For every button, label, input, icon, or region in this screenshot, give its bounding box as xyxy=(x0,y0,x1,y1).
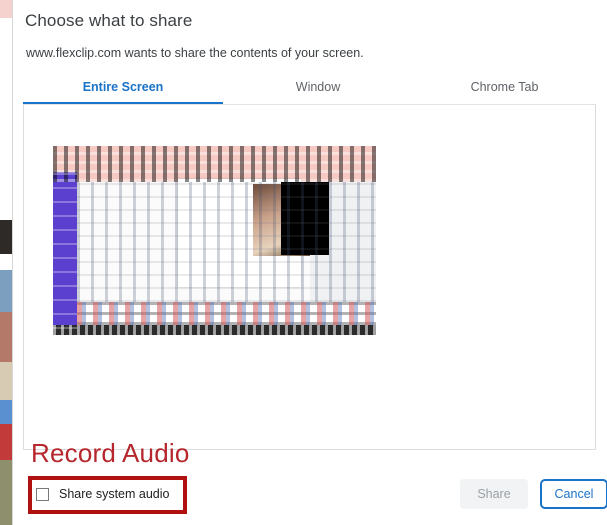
tab-chrome-tab-label: Chrome Tab xyxy=(470,80,539,94)
record-audio-annotation-label: Record Audio xyxy=(31,438,190,468)
thumbnail-sidebar xyxy=(53,172,77,329)
background-page-edge-strip xyxy=(0,0,12,525)
tab-entire-screen-label: Entire Screen xyxy=(82,80,164,94)
share-system-audio-checkbox[interactable] xyxy=(36,487,49,501)
thumbnail-filmstrip xyxy=(77,302,376,325)
edge-band xyxy=(0,460,12,525)
share-source-tab-bar: Entire Screen Window Chrome Tab xyxy=(23,76,596,105)
screen-share-dialog: Choose what to share www.flexclip.com wa… xyxy=(12,0,607,525)
share-button[interactable]: Share xyxy=(460,479,528,509)
edge-band xyxy=(0,270,12,312)
edge-band xyxy=(0,362,12,400)
edge-band xyxy=(0,0,12,18)
thumbnail-top-bar xyxy=(53,146,376,182)
thumbnail-taskbar xyxy=(53,325,376,335)
share-system-audio-label: Share system audio xyxy=(59,487,170,501)
dialog-title: Choose what to share xyxy=(25,11,193,30)
edge-band xyxy=(0,424,12,460)
tab-window[interactable]: Window xyxy=(223,76,413,105)
edge-band xyxy=(0,220,12,254)
edge-band xyxy=(0,254,12,270)
cancel-button[interactable]: Cancel xyxy=(540,479,607,509)
edge-band xyxy=(0,312,12,362)
tab-window-label: Window xyxy=(295,80,341,94)
share-preview-panel xyxy=(23,105,596,450)
dialog-subtitle: www.flexclip.com wants to share the cont… xyxy=(26,46,364,60)
share-system-audio-row[interactable]: Share system audio xyxy=(36,484,169,504)
entire-screen-preview-thumbnail[interactable] xyxy=(53,146,376,335)
tab-entire-screen[interactable]: Entire Screen xyxy=(23,76,223,105)
edge-band xyxy=(0,18,12,220)
thumbnail-black-block xyxy=(281,182,329,255)
tab-chrome-tab[interactable]: Chrome Tab xyxy=(413,76,596,105)
edge-band xyxy=(0,400,12,424)
